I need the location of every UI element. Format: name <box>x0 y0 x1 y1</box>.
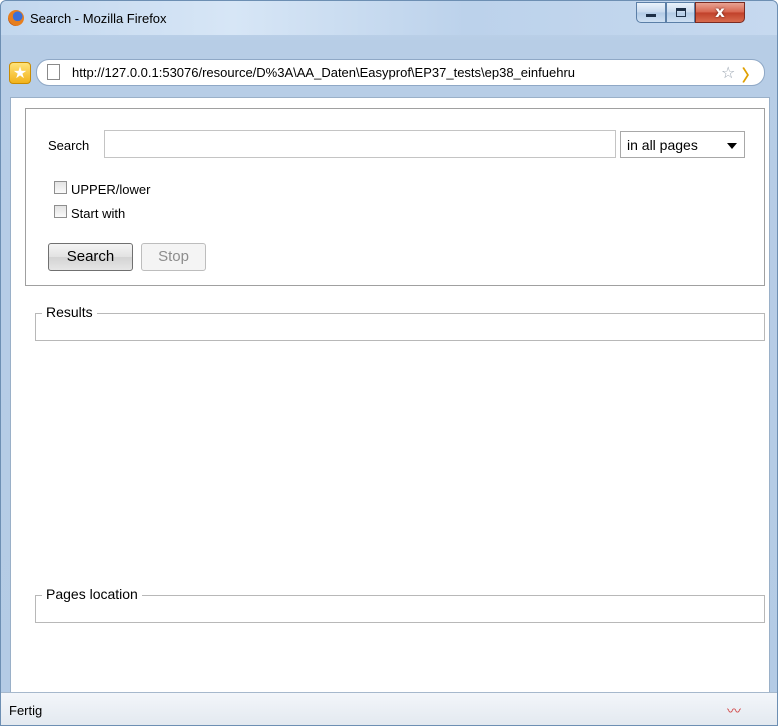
upper-lower-checkbox[interactable] <box>54 181 67 194</box>
upper-lower-label: UPPER/lower <box>71 182 151 197</box>
search-input[interactable] <box>104 130 616 158</box>
start-with-checkbox[interactable] <box>54 205 67 218</box>
results-legend: Results <box>42 304 97 320</box>
url-text[interactable]: http://127.0.0.1:53076/resource/D%3A\AA_… <box>72 65 712 80</box>
firefox-icon <box>8 10 24 26</box>
chevron-down-icon <box>727 143 737 149</box>
title-bar[interactable]: Search - Mozilla Firefox x <box>1 1 777 35</box>
stop-button[interactable]: Stop <box>141 243 206 271</box>
page-icon <box>47 64 60 80</box>
star-icon[interactable]: ☆ <box>721 63 735 82</box>
bookmark-badge-icon[interactable]: ★ <box>9 62 31 84</box>
address-bar: ★ http://127.0.0.1:53076/resource/D%3A\A… <box>9 58 771 87</box>
url-field[interactable]: http://127.0.0.1:53076/resource/D%3A\AA_… <box>36 59 765 86</box>
minimize-button[interactable] <box>636 2 666 23</box>
start-with-label: Start with <box>71 206 126 221</box>
window-title: Search - Mozilla Firefox <box>30 11 167 26</box>
search-label: Search <box>48 138 90 153</box>
scope-selected-value: in all pages <box>627 137 698 153</box>
pages-location-group: Pages location <box>35 586 765 623</box>
scope-select[interactable]: in all pages <box>620 131 745 158</box>
minimize-icon <box>646 14 656 17</box>
status-bar: Fertig 〰 <box>1 692 777 725</box>
status-text: Fertig <box>9 703 43 718</box>
activity-icon: 〰 <box>727 704 741 720</box>
maximize-icon <box>676 8 686 17</box>
search-button[interactable]: Search <box>48 243 133 271</box>
results-group: Results <box>35 304 765 341</box>
pages-location-legend: Pages location <box>42 586 142 602</box>
maximize-button[interactable] <box>666 2 695 23</box>
feed-icon[interactable]: 〉 <box>742 62 758 86</box>
close-button[interactable]: x <box>695 2 745 23</box>
close-icon: x <box>715 3 725 21</box>
